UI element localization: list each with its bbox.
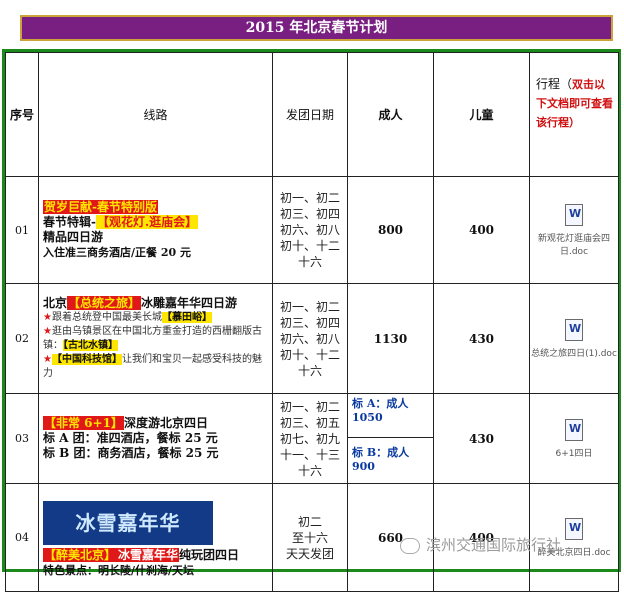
feature-highlight: 【古北水镇】 (63, 340, 118, 351)
route-title-suffix: 冰雕嘉年华四日游 (141, 296, 238, 310)
word-doc-icon (565, 418, 583, 441)
date-line: 初十、十二 (279, 239, 340, 253)
itinerary-doc-link[interactable]: 总统之旅四日(1).doc (529, 283, 619, 394)
route-highlight: 【总统之旅】 (67, 296, 142, 310)
date-line: 初六、初八 (279, 223, 340, 237)
date-line: 初十、十二 (279, 347, 340, 362)
route-cell: 北京【总统之旅】冰雕嘉年华四日游 ★跟着总统登中国最美长城【慕田峪】 ★逛由乌镇… (38, 283, 273, 394)
departure-dates: 初二 至十六 天天发团 (272, 483, 348, 592)
header-itinerary: 行程（双击以下文档即可查看该行程） (529, 52, 619, 177)
date-line: 十六 (297, 255, 322, 269)
child-price: 400 (433, 176, 530, 284)
header-date: 发团日期 (272, 52, 348, 177)
date-line: 天天发团 (285, 546, 334, 561)
departure-dates: 初一、初二 初三、初四 初六、初八 初十、十二 十六 (272, 176, 348, 284)
date-line: 初一、初二 (279, 191, 340, 205)
watermark: 滨州交通国际旅行社 (400, 534, 561, 555)
promo-banner: 冰雪嘉年华 (43, 500, 213, 545)
route-title-prefix: 北京 (43, 296, 68, 310)
feature-highlight: 【慕田峪】 (161, 312, 212, 323)
itinerary-doc-link[interactable]: 新观花灯逛庙会四日.doc (529, 176, 619, 284)
word-doc-icon (565, 203, 583, 226)
route-detail-b: 标 B 团：商务酒店，餐标 25 元 (43, 446, 219, 460)
date-line: 初一、初二 (279, 299, 340, 314)
route-title-prefix: 春节特辑- (43, 215, 96, 229)
route-cell: 【非常 6+1】深度游北京四日 标 A 团：准四酒店，餐标 25 元 标 B 团… (38, 393, 273, 484)
route-cell: 贺岁巨献-春节特别版 春节特辑-【观花灯.逛庙会】 精品四日游 入住准三商务酒店… (38, 176, 273, 284)
route-detail: 特色景点：明长陵/什刹海/天坛 (43, 563, 195, 577)
word-doc-icon (565, 517, 583, 540)
watermark-text: 滨州交通国际旅行社 (426, 536, 562, 554)
star-icon: ★ (43, 312, 52, 323)
row-number: 02 (5, 283, 39, 394)
route-highlight-2: 冰雪嘉年华 (117, 547, 180, 562)
table-row: 03 【非常 6+1】深度游北京四日 标 A 团：准四酒店，餐标 25 元 标 … (5, 393, 619, 484)
row-number: 04 (5, 483, 39, 592)
adult-price-split: 标 A：成人 1050 标 B：成人 900 (347, 393, 434, 484)
table-header-row: 序号 线路 发团日期 成人 儿童 行程（双击以下文档即可查看该行程） (5, 52, 619, 177)
date-line: 十一、十三 (279, 447, 340, 462)
header-route: 线路 (38, 52, 273, 177)
date-line: 初一、初二 (279, 399, 340, 414)
price-label-b: 标 B：成人 (352, 446, 410, 459)
date-line: 初三、初五 (279, 415, 340, 430)
price-label-a: 标 A：成人 (352, 397, 409, 410)
special-tag: 贺岁巨献-春节特别版 (43, 200, 158, 214)
departure-dates: 初一、初二 初三、初四 初六、初八 初十、十二 十六 (272, 283, 348, 394)
route-subtitle: 精品四日游 (43, 230, 104, 244)
child-price: 430 (433, 283, 530, 394)
itinerary-doc-link[interactable]: 6+1四日 (529, 393, 619, 484)
itinerary-table: 序号 线路 发团日期 成人 儿童 行程（双击以下文档即可查看该行程） 01 贺岁… (5, 52, 619, 592)
adult-price: 1130 (347, 283, 434, 394)
star-icon: ★ (43, 354, 52, 365)
feature-text: 跟着总统登中国最美长城 (51, 312, 162, 323)
route-detail: 入住准三商务酒店/正餐 20 元 (43, 246, 191, 259)
row-number: 01 (5, 176, 39, 284)
child-price: 430 (433, 393, 530, 484)
row-number: 03 (5, 393, 39, 484)
header-adult: 成人 (347, 52, 434, 177)
route-highlight: 【醉美北京】 (43, 547, 118, 562)
route-cell: 冰雪嘉年华 【醉美北京】 冰雪嘉年华纯玩团四日 特色景点：明长陵/什刹海/天坛 (38, 483, 273, 592)
star-icon: ★ (43, 326, 52, 337)
date-line: 初三、初四 (279, 207, 340, 221)
date-line: 初六、初八 (279, 331, 340, 346)
header-itinerary-prefix: 行程（ (536, 77, 573, 91)
route-highlight: 【非常 6+1】 (43, 416, 124, 430)
feature-highlight: 【中国科技馆】 (51, 354, 122, 365)
doc-filename: 总统之旅四日(1).doc (531, 348, 617, 359)
doc-filename: 新观花灯逛庙会四日.doc (537, 233, 610, 257)
route-title-suffix: 纯玩团四日 (179, 547, 240, 562)
header-seq: 序号 (5, 52, 39, 177)
adult-price: 800 (347, 176, 434, 284)
date-line: 十六 (297, 463, 322, 478)
route-title-suffix: 深度游北京四日 (123, 416, 208, 430)
price-value-a: 1050 (352, 411, 383, 424)
date-line: 初三、初四 (279, 315, 340, 330)
page-title: 2015 年北京春节计划 (20, 15, 613, 41)
route-highlight: 【观花灯.逛庙会】 (95, 215, 199, 229)
route-detail-a: 标 A 团：准四酒店，餐标 25 元 (43, 431, 218, 445)
word-doc-icon (565, 318, 583, 341)
departure-dates: 初一、初二 初三、初五 初七、初九 十一、十三 十六 (272, 393, 348, 484)
date-line: 十六 (297, 363, 322, 378)
price-value-b: 900 (352, 460, 375, 473)
table-row: 02 北京【总统之旅】冰雕嘉年华四日游 ★跟着总统登中国最美长城【慕田峪】 ★逛… (5, 283, 619, 394)
table-row: 01 贺岁巨献-春节特别版 春节特辑-【观花灯.逛庙会】 精品四日游 入住准三商… (5, 176, 619, 284)
date-line: 至十六 (291, 530, 328, 545)
wechat-icon (400, 537, 420, 554)
header-child: 儿童 (433, 52, 530, 177)
doc-filename: 6+1四日 (555, 448, 593, 459)
date-line: 初七、初九 (279, 431, 340, 446)
date-line: 初二 (297, 514, 322, 529)
